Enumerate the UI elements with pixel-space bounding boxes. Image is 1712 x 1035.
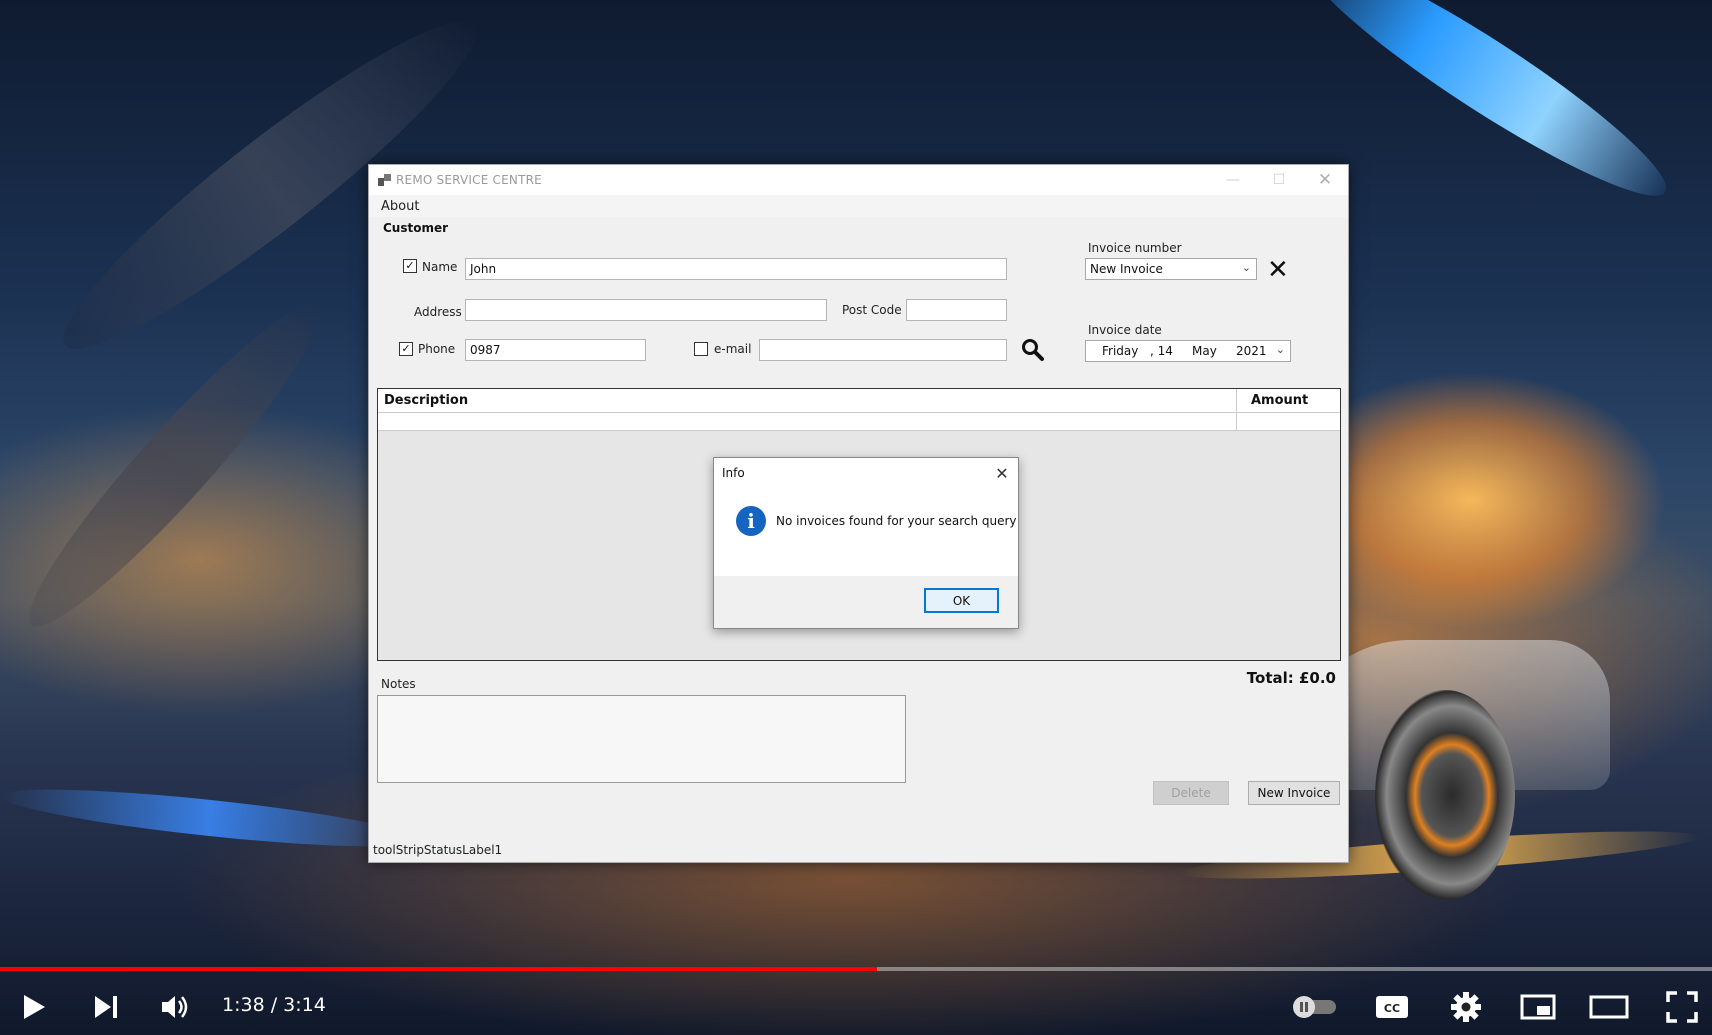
total-label: Total: £0.0 [1246,669,1336,687]
light-streak-blue [0,778,421,858]
menu-bar: About [369,195,1348,217]
table-row[interactable] [378,413,1340,431]
dialog-body: i No invoices found for your search quer… [714,488,1018,554]
autoplay-toggle-icon[interactable] [1288,978,1342,1035]
bridge-beam [5,281,345,649]
email-label: e-mail [714,342,752,356]
app-icon [378,174,391,186]
col-description[interactable]: Description [378,389,1237,412]
cell-description[interactable] [378,413,1237,430]
dialog-message: No invoices found for your search query [776,514,1017,528]
date-date: , 14 [1150,344,1173,358]
miniplayer-icon[interactable] [1518,978,1558,1035]
postcode-label: Post Code [842,303,902,317]
invoice-number-value: New Invoice [1090,262,1163,276]
phone-field[interactable]: 0987 [465,339,646,361]
invoice-date-picker[interactable]: Friday , 14 May 2021 ⌄ [1085,340,1291,362]
col-amount[interactable]: Amount [1237,389,1340,412]
date-day: Friday [1102,344,1139,358]
chevron-down-icon: ⌄ [1241,261,1251,274]
time-display: 1:38 / 3:14 [222,994,326,1016]
dialog-footer: OK [714,576,1018,628]
chevron-down-icon: ⌄ [1275,343,1285,356]
date-year: 2021 [1236,344,1267,358]
notes-field[interactable] [377,695,906,783]
dialog-title: Info [722,466,745,480]
play-icon[interactable] [14,978,54,1035]
dialog-titlebar[interactable]: Info ✕ [714,458,1018,488]
phone-label: Phone [418,342,456,356]
theater-icon[interactable] [1588,978,1630,1035]
menu-about[interactable]: About [381,199,419,214]
settings-icon[interactable] [1446,978,1486,1035]
window-titlebar[interactable]: REMO SERVICE CENTRE — ☐ ✕ [369,165,1348,195]
cell-amount[interactable] [1237,413,1340,430]
new-invoice-button[interactable]: New Invoice [1248,781,1340,805]
grid-header: Description Amount [378,389,1340,413]
email-checkbox[interactable] [694,342,708,356]
search-icon[interactable] [1021,338,1045,362]
ok-button[interactable]: OK [924,588,999,613]
info-icon: i [736,506,766,536]
address-label: Address [414,305,462,319]
volume-icon[interactable] [156,978,196,1035]
invoice-number-label: Invoice number [1088,241,1182,255]
postcode-field[interactable] [906,299,1007,321]
name-field[interactable]: John [465,258,1007,280]
fullscreen-icon[interactable] [1662,978,1702,1035]
dialog-close-button[interactable]: ✕ [986,464,1018,483]
player-controls: 1:38 / 3:14 CC [0,978,1712,1035]
video-progress-fill [0,967,877,971]
name-label: Name [422,260,458,274]
delete-button[interactable]: Delete [1153,781,1229,805]
video-progress-bar[interactable] [0,967,1712,971]
captions-label: CC [1384,1002,1400,1015]
maximize-button[interactable]: ☐ [1256,165,1302,195]
customer-group-label: Customer [383,221,449,235]
captions-icon[interactable]: CC [1372,978,1412,1035]
address-field[interactable] [465,299,827,321]
date-month: May [1192,344,1217,358]
window-title: REMO SERVICE CENTRE [396,173,542,187]
invoice-number-select[interactable]: New Invoice ⌄ [1085,258,1257,280]
next-icon[interactable] [86,978,126,1035]
info-dialog: Info ✕ i No invoices found for your sear… [713,457,1019,629]
status-bar: toolStripStatusLabel1 [373,843,503,857]
car-wheel [1375,690,1515,900]
notes-label: Notes [381,677,416,691]
phone-checkbox[interactable]: ✓ [399,342,413,356]
minimize-button[interactable]: — [1210,165,1256,195]
clear-invoice-icon[interactable]: ✕ [1267,257,1289,283]
close-button[interactable]: ✕ [1302,165,1348,195]
email-field[interactable] [759,339,1007,361]
invoice-date-label: Invoice date [1088,323,1162,337]
name-checkbox[interactable]: ✓ [403,259,417,273]
